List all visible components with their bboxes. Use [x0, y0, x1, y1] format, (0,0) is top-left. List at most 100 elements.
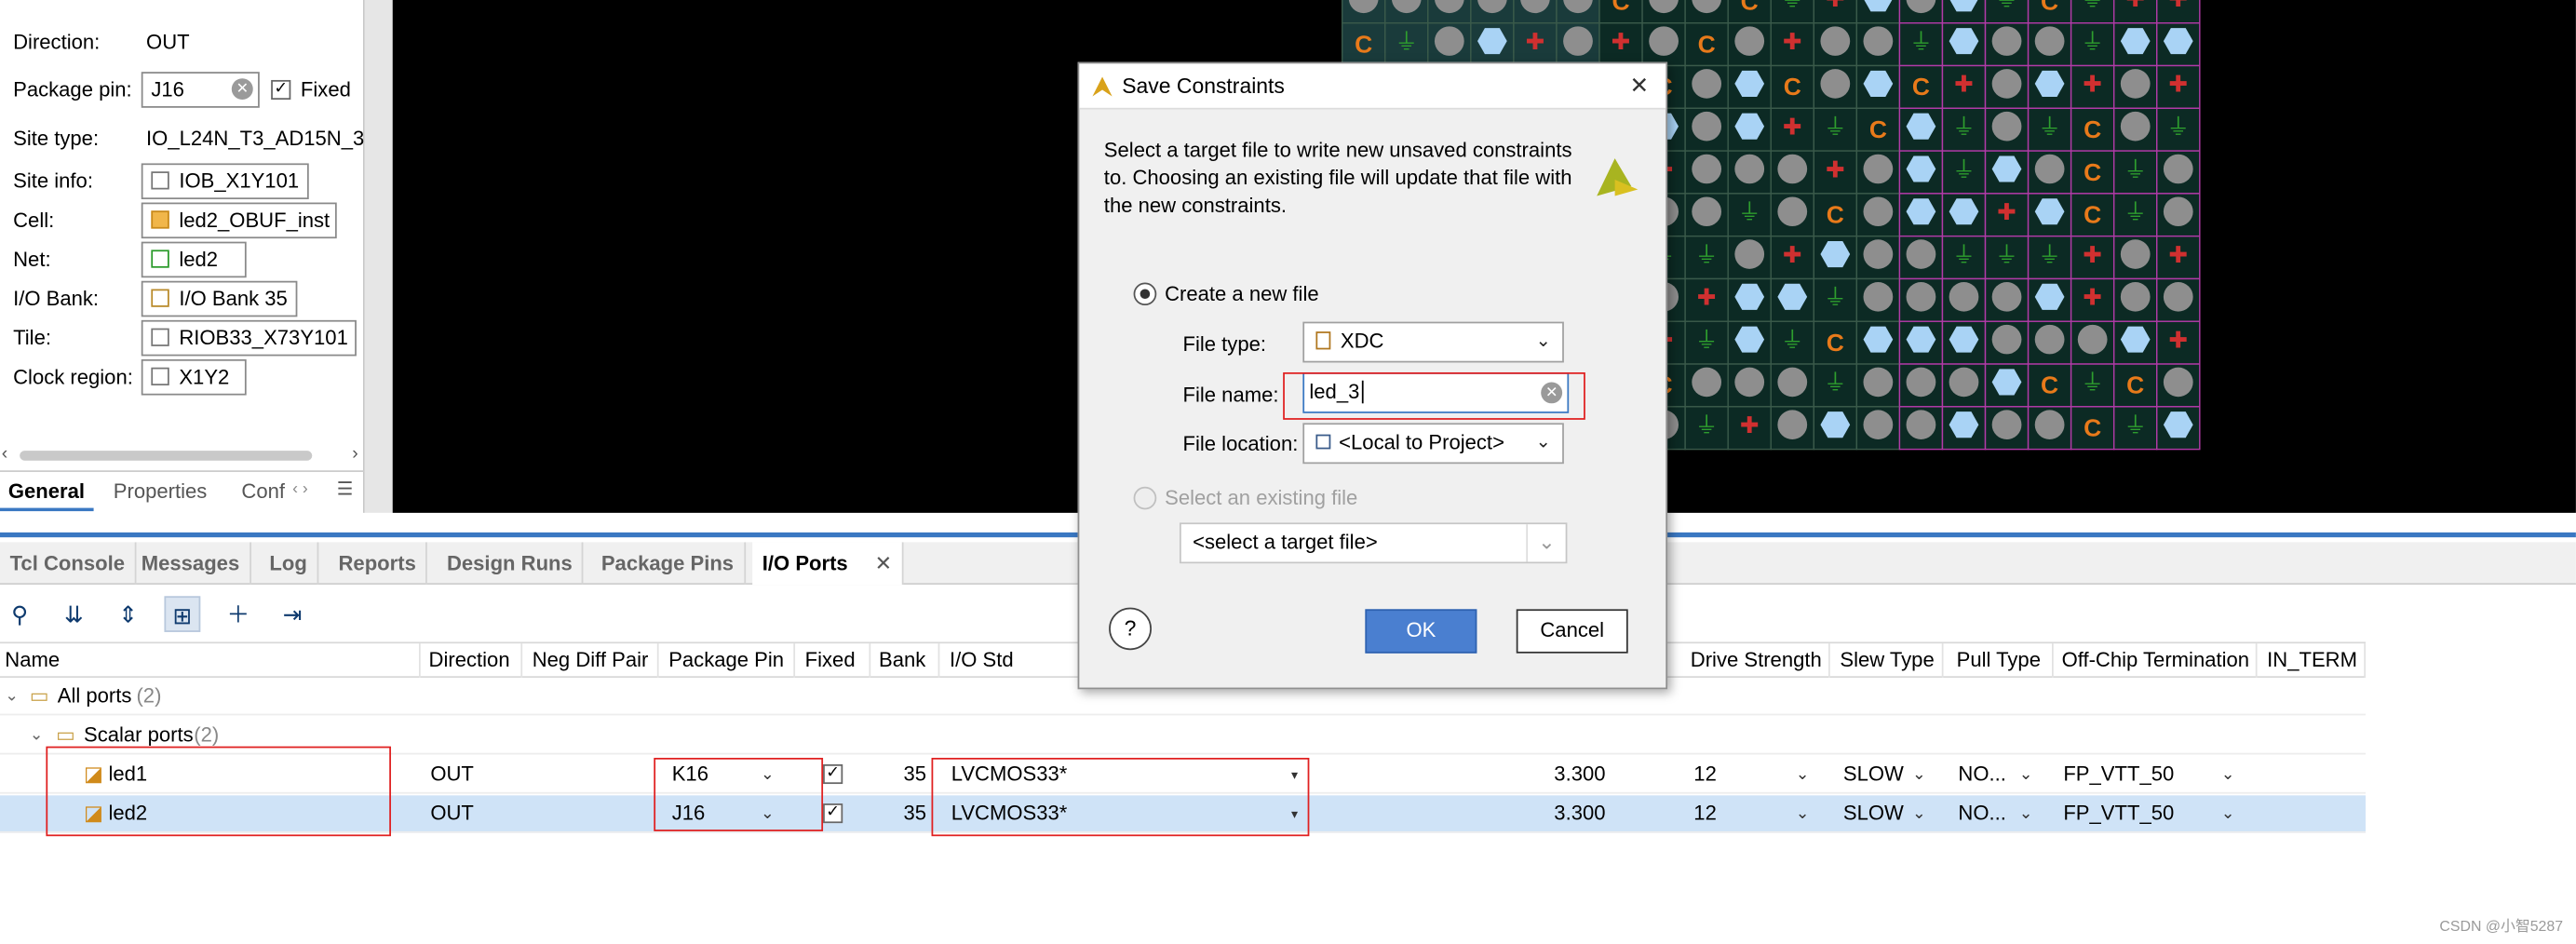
chevron-down-icon[interactable]: ⌄	[2221, 756, 2235, 793]
power-pin-icon[interactable]: ✚	[1826, 157, 1845, 182]
io-pin-circle[interactable]	[1692, 111, 1722, 142]
io-pin-circle[interactable]	[1563, 26, 1593, 56]
file-location-select[interactable]: <Local to Project> ⌄	[1302, 423, 1564, 465]
clock-pin-icon[interactable]: C	[2084, 414, 2101, 442]
io-pin-circle[interactable]	[1991, 111, 2022, 142]
io-pin-circle[interactable]	[2077, 324, 2108, 355]
power-pin-icon[interactable]: ✚	[1954, 73, 1974, 98]
io-pin-circle[interactable]	[1863, 26, 1894, 56]
power-pin-icon[interactable]: ✚	[2083, 73, 2102, 98]
clock-pin-icon[interactable]: C	[1869, 115, 1887, 143]
io-pin-circle[interactable]	[1906, 410, 1936, 439]
ground-pin-icon[interactable]: ⏚	[1695, 243, 1719, 268]
clock-pin-icon[interactable]: C	[2126, 371, 2144, 399]
chevron-down-icon[interactable]: ⌄	[1796, 756, 1810, 793]
scroll-right-icon[interactable]: ›	[352, 444, 357, 464]
ground-pin-icon[interactable]: ⏚	[1952, 115, 1976, 141]
ground-pin-icon[interactable]: ⏚	[2081, 371, 2104, 396]
ground-pin-icon[interactable]: ⏚	[2124, 157, 2147, 182]
io-pin-circle[interactable]	[1692, 154, 1722, 184]
power-pin-icon[interactable]: ✚	[1783, 115, 1802, 141]
io-pin-circle[interactable]	[1777, 410, 1808, 439]
ground-pin-icon[interactable]: ⏚	[2124, 200, 2147, 225]
clock-pin-icon[interactable]: C	[1827, 329, 1844, 357]
tab-general[interactable]: General	[0, 472, 93, 512]
io-pin-circle[interactable]	[2163, 367, 2193, 398]
ground-pin-icon[interactable]: ⏚	[1738, 200, 1761, 225]
io-pin-circle[interactable]	[2163, 282, 2193, 312]
io-pin-circle[interactable]	[1906, 239, 1936, 269]
io-pin-circle[interactable]	[1734, 367, 1765, 398]
io-pin-circle[interactable]	[1692, 367, 1722, 398]
io-pin-circle[interactable]	[2163, 196, 2193, 227]
ground-pin-icon[interactable]: ⏚	[2038, 243, 2061, 268]
net-link[interactable]: led2	[141, 241, 247, 278]
io-pin-circle[interactable]	[1734, 26, 1765, 56]
power-pin-icon[interactable]: ✚	[2168, 0, 2188, 12]
power-pin-icon[interactable]: ✚	[2168, 328, 2188, 353]
termination-select[interactable]: FP_VTT_50	[2063, 795, 2174, 832]
clock-region-link[interactable]: X1Y2	[141, 358, 247, 396]
scroll-left-icon[interactable]: ‹	[2, 444, 7, 464]
io-pin-circle[interactable]	[2034, 26, 2065, 56]
ground-pin-icon[interactable]: ⏚	[1695, 413, 1719, 438]
radio-create-new[interactable]	[1133, 282, 1157, 306]
io-pin-circle[interactable]	[1734, 239, 1765, 269]
ground-pin-icon[interactable]: ⏚	[1909, 30, 1933, 55]
search-icon[interactable]: ⚲	[2, 596, 38, 632]
power-pin-icon[interactable]: ✚	[1697, 286, 1717, 311]
site-info-link[interactable]: IOB_X1Y101	[141, 163, 309, 200]
clock-pin-icon[interactable]: C	[2084, 115, 2101, 143]
col-name[interactable]: Name	[0, 643, 421, 679]
option-create-new-label[interactable]: Create a new file	[1165, 281, 1319, 307]
slew-type-select[interactable]: SLOW	[1843, 756, 1904, 793]
io-pin-circle[interactable]	[1820, 69, 1851, 99]
clock-pin-icon[interactable]: C	[1912, 73, 1930, 101]
ground-pin-icon[interactable]: ⏚	[1824, 371, 1847, 396]
ground-pin-icon[interactable]: ⏚	[2038, 115, 2061, 141]
ground-pin-icon[interactable]: ⏚	[1824, 286, 1847, 311]
option-select-existing-label[interactable]: Select an existing file	[1165, 485, 1357, 511]
clock-pin-icon[interactable]: C	[2084, 158, 2101, 186]
tab-scroll-left-icon[interactable]: ‹ ›	[292, 480, 308, 498]
tab-log[interactable]: Log	[260, 542, 319, 586]
io-pin-circle[interactable]	[1434, 26, 1464, 56]
pull-type-select[interactable]: NO...	[1958, 795, 2005, 832]
power-pin-icon[interactable]: ✚	[1526, 30, 1545, 55]
io-pin-circle[interactable]	[1777, 196, 1808, 227]
io-pin-circle[interactable]	[1777, 367, 1808, 398]
col-pull-type[interactable]: Pull Type	[1951, 643, 2054, 679]
scroll-thumb[interactable]	[20, 451, 313, 461]
power-pin-icon[interactable]: ✚	[2083, 286, 2102, 311]
io-pin-circle[interactable]	[1991, 282, 2022, 312]
power-pin-icon[interactable]: ✚	[2168, 243, 2188, 268]
col-bank[interactable]: Bank	[874, 643, 940, 679]
io-pin-circle[interactable]	[1906, 282, 1936, 312]
collapse-arrow-icon[interactable]: ⌄	[5, 678, 19, 715]
col-in-term[interactable]: IN_TERM	[2262, 643, 2367, 679]
ground-pin-icon[interactable]: ⏚	[1781, 328, 1804, 353]
chevron-down-icon[interactable]: ⌄	[2019, 795, 2033, 832]
io-bank-link[interactable]: I/O Bank 35	[141, 280, 298, 317]
clock-pin-icon[interactable]: C	[1698, 30, 1716, 58]
clear-icon[interactable]: ✕	[231, 78, 253, 101]
io-pin-circle[interactable]	[1991, 324, 2022, 355]
io-pin-circle[interactable]	[2034, 154, 2065, 184]
io-pin-circle[interactable]	[1906, 367, 1936, 398]
fixed-checkbox[interactable]: ✓	[823, 764, 843, 785]
tab-menu-icon[interactable]: ☰	[337, 479, 353, 500]
io-pin-circle[interactable]	[1863, 196, 1894, 227]
power-pin-icon[interactable]: ✚	[2083, 243, 2102, 268]
drive-strength-select[interactable]: 12	[1693, 756, 1717, 793]
existing-file-select[interactable]: <select a target file> ⌄	[1179, 522, 1568, 564]
chevron-down-icon[interactable]: ⌄	[2221, 795, 2235, 832]
radio-select-existing[interactable]	[1133, 486, 1157, 510]
io-pin-circle[interactable]	[1949, 367, 1979, 398]
ground-pin-icon[interactable]: ⏚	[2081, 0, 2104, 12]
io-pin-circle[interactable]	[1863, 410, 1894, 439]
col-drive-strength[interactable]: Drive Strength	[1685, 643, 1830, 679]
io-pin-circle[interactable]	[1692, 69, 1722, 99]
ground-pin-icon[interactable]: ⏚	[1695, 328, 1719, 353]
clock-pin-icon[interactable]: C	[1741, 0, 1759, 16]
termination-select[interactable]: FP_VTT_50	[2063, 756, 2174, 793]
